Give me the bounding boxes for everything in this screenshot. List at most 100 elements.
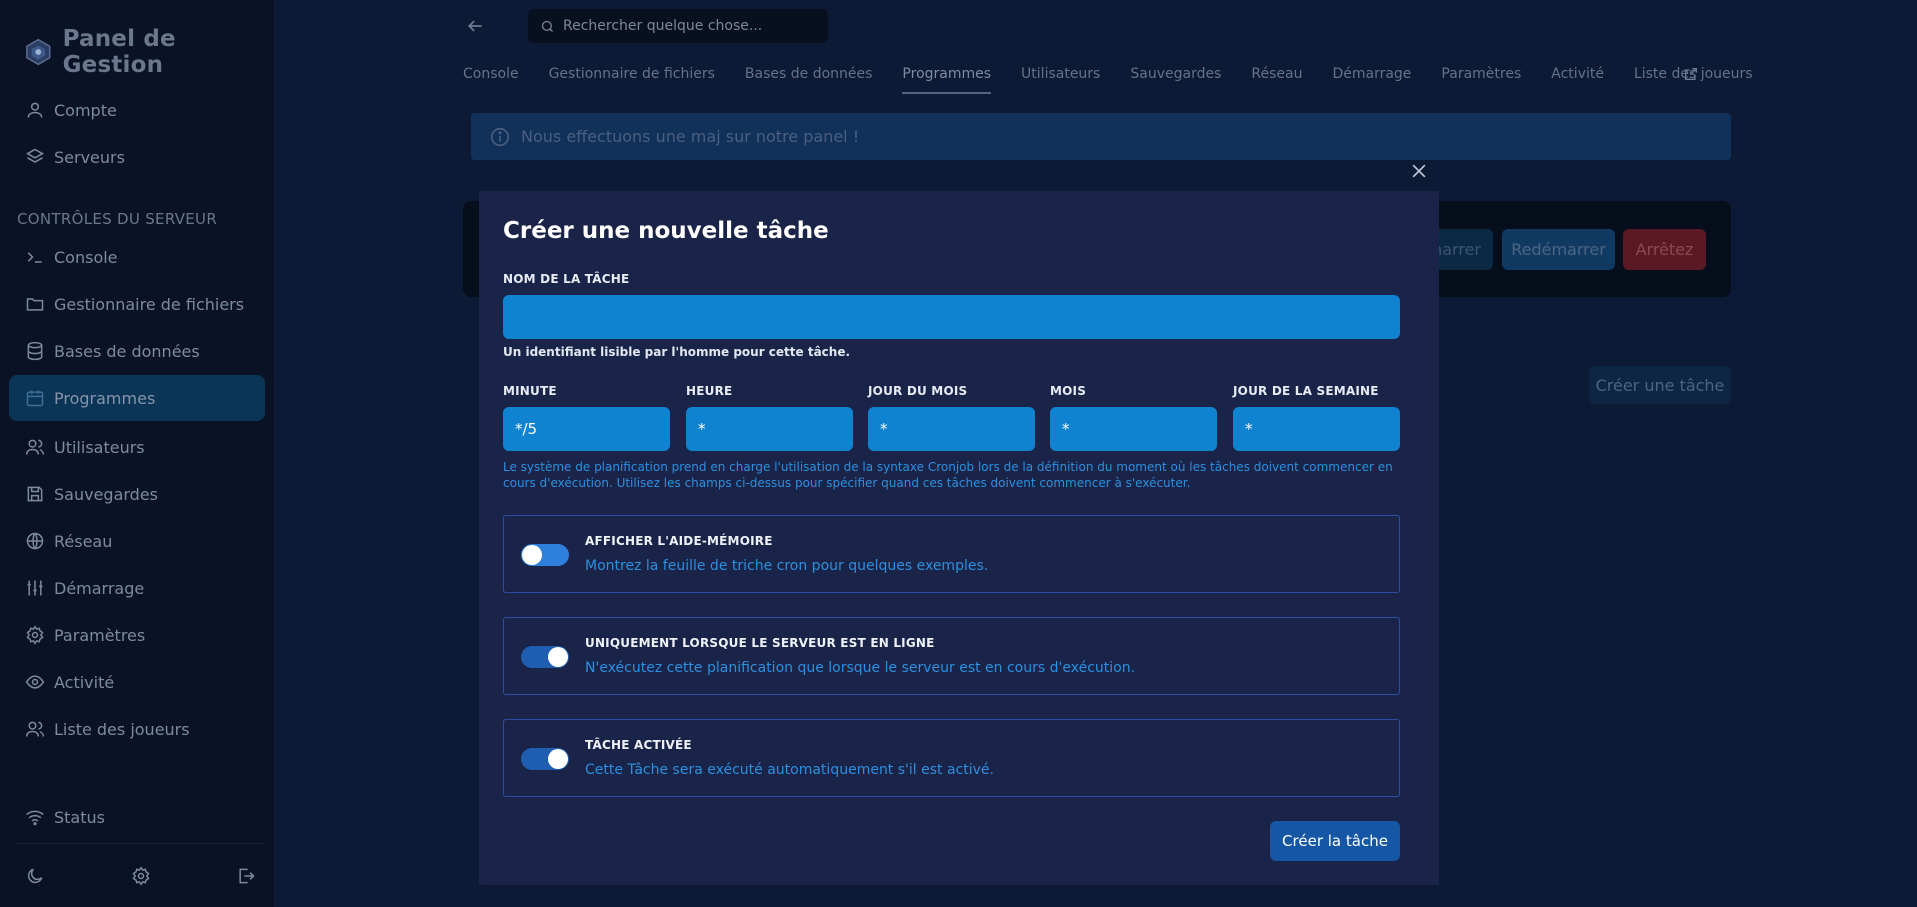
task-name-input[interactable] [503, 295, 1400, 339]
toggle-title: AFFICHER L'AIDE-MÉMOIRE [585, 534, 773, 548]
tab-sauvegardes[interactable]: Sauvegardes [1130, 62, 1221, 94]
toggle-description: Montrez la feuille de triche cron pour q… [585, 558, 989, 574]
sidebar-item-parametres[interactable]: Paramètres [9, 612, 265, 658]
day-of-month-input[interactable] [868, 407, 1035, 451]
gear-icon[interactable] [131, 865, 151, 886]
task-name-label: NOM DE LA TÂCHE [503, 272, 630, 286]
sidebar-item-label: Compte [54, 100, 117, 120]
sidebar-item-demarrage[interactable]: Démarrage [9, 565, 265, 611]
toggle-title: UNIQUEMENT LORSQUE LE SERVEUR EST EN LIG… [585, 636, 935, 650]
stop-button[interactable]: Arrêtez [1623, 229, 1706, 270]
hour-label: HEURE [686, 384, 733, 398]
users-icon [25, 721, 45, 737]
sidebar-item-player-list[interactable]: Liste des joueurs [9, 706, 265, 752]
sidebar-item-label: Liste des joueurs [54, 719, 190, 739]
sidebar-item-label: Serveurs [54, 147, 125, 167]
restart-button[interactable]: Redémarrer [1502, 229, 1615, 270]
toggle-knob [548, 749, 568, 769]
sidebar-item-reseau[interactable]: Réseau [9, 518, 265, 564]
day-of-week-input[interactable] [1233, 407, 1400, 451]
calendar-icon [26, 390, 44, 407]
search-bar[interactable] [528, 9, 828, 43]
brand[interactable]: Panel de Gestion [24, 26, 274, 78]
sidebar: Panel de Gestion Compte Serveurs CONTRÔL… [0, 0, 275, 907]
sidebar-item-console[interactable]: Console [9, 234, 265, 280]
search-input[interactable] [563, 18, 803, 34]
sidebar-item-label: Bases de données [54, 341, 200, 361]
external-link-icon[interactable] [1683, 66, 1699, 82]
minute-input[interactable] [503, 407, 670, 451]
day-of-month-label: JOUR DU MOIS [868, 384, 968, 398]
back-arrow-icon[interactable] [465, 16, 485, 36]
sidebar-item-file-manager[interactable]: Gestionnaire de fichiers [9, 281, 265, 327]
task-name-help: Un identifiant lisible par l'homme pour … [503, 345, 851, 359]
sidebar-item-label: Utilisateurs [54, 437, 145, 457]
day-of-week-label: JOUR DE LA SEMAINE [1233, 384, 1379, 398]
close-icon[interactable] [1409, 161, 1429, 181]
online-only-toggle[interactable] [521, 646, 569, 668]
sidebar-item-status[interactable]: Status [9, 794, 265, 840]
task-enabled-toggle[interactable] [521, 748, 569, 770]
cheatsheet-toggle[interactable] [521, 544, 569, 566]
moon-icon[interactable] [25, 866, 45, 886]
sidebar-item-label: Démarrage [54, 578, 145, 598]
sidebar-item-compte[interactable]: Compte [9, 87, 265, 133]
save-icon [27, 486, 43, 502]
tab-reseau[interactable]: Réseau [1251, 62, 1302, 94]
sidebar-item-label: Paramètres [54, 625, 146, 645]
toggle-cheatsheet-card: AFFICHER L'AIDE-MÉMOIRE Montrez la feuil… [503, 515, 1400, 593]
sidebar-item-programmes[interactable]: Programmes [9, 375, 265, 421]
hour-input[interactable] [686, 407, 853, 451]
user-icon [27, 102, 43, 118]
tab-activite[interactable]: Activité [1551, 62, 1604, 94]
sidebar-item-label: Status [54, 807, 105, 827]
tab-console[interactable]: Console [463, 62, 519, 94]
brand-logo-icon [26, 38, 51, 66]
tab-demarrage[interactable]: Démarrage [1332, 62, 1411, 94]
eye-icon [25, 675, 45, 689]
sidebar-item-utilisateurs[interactable]: Utilisateurs [9, 424, 265, 470]
sidebar-item-label: Console [54, 247, 118, 267]
terminal-icon [27, 252, 42, 263]
tab-utilisateurs[interactable]: Utilisateurs [1021, 62, 1100, 94]
create-task-submit-button[interactable]: Créer la tâche [1270, 821, 1400, 861]
folder-icon [26, 298, 44, 311]
tab-file-manager[interactable]: Gestionnaire de fichiers [549, 62, 715, 94]
globe-icon [26, 532, 44, 550]
sidebar-item-label: Activité [54, 672, 115, 692]
toggle-online-only-card: UNIQUEMENT LORSQUE LE SERVEUR EST EN LIG… [503, 617, 1400, 695]
section-title: CONTRÔLES DU SERVEUR [17, 210, 218, 228]
database-icon [27, 341, 43, 361]
sidebar-item-serveurs[interactable]: Serveurs [9, 134, 265, 180]
sidebar-footer [17, 843, 264, 907]
server-tabs: Console Gestionnaire de fichiers Bases d… [463, 62, 1783, 94]
tab-programmes[interactable]: Programmes [902, 62, 991, 94]
info-icon [490, 127, 510, 146]
minute-label: MINUTE [503, 384, 557, 398]
tab-parametres[interactable]: Paramètres [1441, 62, 1521, 94]
sidebar-item-label: Gestionnaire de fichiers [54, 294, 245, 314]
toggle-task-enabled-card: TÂCHE ACTIVÉE Cette Tâche sera exécuté a… [503, 719, 1400, 797]
tab-databases[interactable]: Bases de données [745, 62, 873, 94]
search-icon [541, 20, 553, 32]
month-label: MOIS [1050, 384, 1087, 398]
info-banner: Nous effectuons une maj sur notre panel … [471, 113, 1731, 160]
create-task-button[interactable]: Créer une tâche [1589, 366, 1731, 404]
users-icon [25, 439, 45, 455]
brand-title: Panel de Gestion [62, 26, 176, 78]
cron-help-text: Le système de planification prend en cha… [503, 460, 1393, 490]
sidebar-item-label: Sauvegardes [54, 484, 159, 504]
logout-icon[interactable] [236, 866, 256, 886]
create-task-modal: Créer une nouvelle tâche NOM DE LA TÂCHE… [479, 191, 1439, 885]
month-input[interactable] [1050, 407, 1217, 451]
sidebar-item-activite[interactable]: Activité [9, 659, 265, 705]
modal-title: Créer une nouvelle tâche [503, 218, 829, 244]
sidebar-item-label: Programmes [54, 388, 156, 408]
sidebar-item-databases[interactable]: Bases de données [9, 328, 265, 374]
sidebar-item-sauvegardes[interactable]: Sauvegardes [9, 471, 265, 517]
layers-icon [25, 148, 45, 163]
sliders-icon [27, 580, 43, 596]
banner-text: Nous effectuons une maj sur notre panel … [521, 127, 860, 146]
toggle-description: N'exécutez cette planification que lorsq… [585, 660, 1136, 676]
toggle-title: TÂCHE ACTIVÉE [585, 738, 692, 752]
